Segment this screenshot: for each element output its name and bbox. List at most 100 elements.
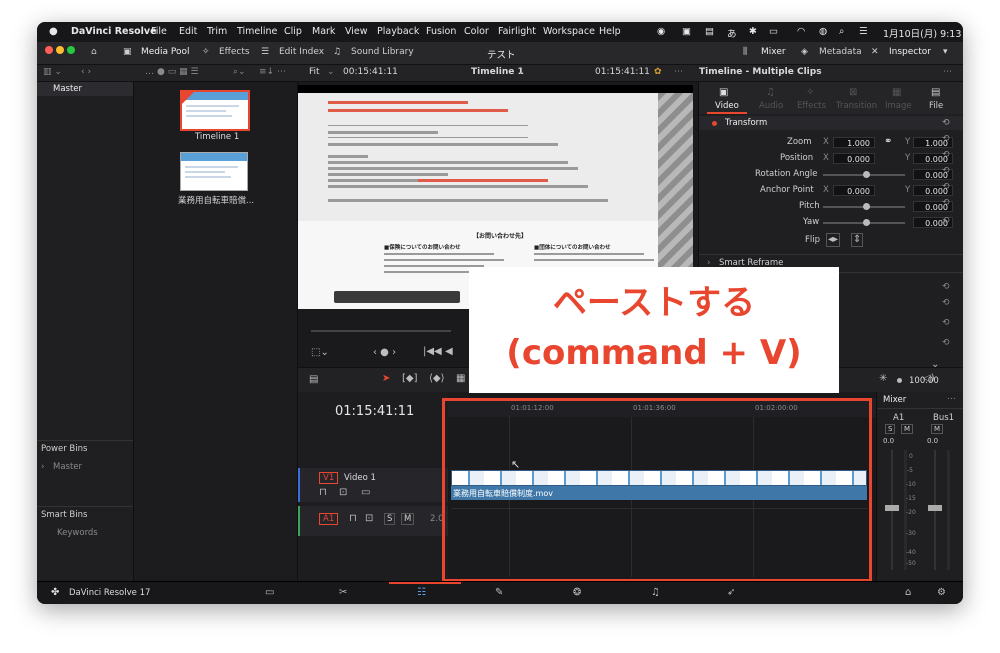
mixer-icon[interactable]: ⫼ bbox=[743, 47, 747, 57]
transform-enable-icon[interactable] bbox=[712, 121, 717, 126]
transform-section[interactable]: Transform bbox=[725, 118, 767, 128]
menu-mark[interactable]: Mark bbox=[312, 26, 335, 37]
menu-color[interactable]: Color bbox=[464, 26, 489, 37]
file-tab-icon[interactable]: ▤ bbox=[931, 88, 940, 98]
menu-fairlight[interactable]: Fairlight bbox=[498, 26, 536, 37]
link-icon[interactable]: ⚭ bbox=[884, 137, 892, 147]
color-page-icon[interactable]: ❂ bbox=[573, 588, 581, 598]
effects-button[interactable]: Effects bbox=[219, 47, 250, 57]
tab-effects[interactable]: Effects bbox=[797, 101, 826, 111]
jog-bar[interactable] bbox=[311, 330, 451, 332]
inspector-button[interactable]: Inspector bbox=[889, 47, 931, 57]
a1-fader[interactable] bbox=[885, 505, 899, 511]
clip-thumb-timeline[interactable] bbox=[180, 90, 250, 131]
edit-index-icon[interactable]: ☰ bbox=[261, 47, 269, 57]
menu-workspace[interactable]: Workspace bbox=[543, 26, 595, 37]
zoom-window-button[interactable] bbox=[67, 46, 75, 54]
video-tab-icon[interactable]: ▣ bbox=[719, 88, 728, 98]
wifi-icon[interactable]: ◠ bbox=[797, 26, 805, 37]
timeline-chevron-icon[interactable]: ⌄ bbox=[517, 67, 525, 77]
menu-app-name[interactable]: DaVinci Resolve bbox=[71, 26, 157, 37]
viewer-mode-icon[interactable]: ⬚⌄ bbox=[311, 348, 329, 358]
bus1-fader[interactable] bbox=[928, 505, 942, 511]
settings-gear-icon[interactable]: ⚙ bbox=[937, 588, 946, 598]
disable-track-icon[interactable]: ▭ bbox=[361, 488, 370, 498]
audio-auto-select-icon[interactable]: ⊡ bbox=[365, 514, 373, 524]
lock-track-icon[interactable]: ⊓ bbox=[319, 488, 327, 498]
play-reverse-icon[interactable]: ◀ bbox=[445, 347, 453, 357]
skip-back-icon[interactable]: |◀◀ bbox=[423, 347, 442, 357]
v1-track-button[interactable]: V1 bbox=[319, 472, 339, 484]
image-tab-icon[interactable]: ▦ bbox=[892, 88, 901, 98]
menu-file[interactable]: File bbox=[151, 26, 167, 37]
user-icon[interactable]: ◍ bbox=[819, 26, 827, 37]
record-icon[interactable]: ◉ bbox=[657, 26, 665, 37]
nav-arrows-icon[interactable]: ‹ › bbox=[81, 67, 91, 77]
audio-tab-icon[interactable]: ♫ bbox=[766, 88, 775, 98]
fusion-page-icon[interactable]: ✎ bbox=[495, 588, 503, 598]
viewer-more-icon[interactable]: ⋯ bbox=[674, 67, 683, 77]
timeline-name-select[interactable]: Timeline 1 bbox=[471, 67, 524, 77]
composite-chevron-icon[interactable]: ⌄ bbox=[931, 360, 939, 370]
reset-icon-c[interactable]: ⟲ bbox=[942, 318, 950, 328]
fairlight-page-icon[interactable]: ♫ bbox=[651, 588, 660, 598]
audio-mute-button[interactable]: M bbox=[401, 513, 415, 525]
inspector-icon[interactable]: ✕ bbox=[871, 47, 879, 57]
screen-icon[interactable]: ▣ bbox=[682, 26, 691, 37]
sound-library-icon[interactable]: ♫ bbox=[333, 47, 341, 57]
effects-icon[interactable]: ✧ bbox=[202, 47, 210, 57]
reset-icon-d[interactable]: ⟲ bbox=[942, 338, 950, 348]
apple-icon[interactable]: ● bbox=[49, 26, 58, 37]
snap-icon[interactable]: ✳ bbox=[879, 374, 887, 384]
menu-timeline[interactable]: Timeline bbox=[237, 26, 277, 37]
edit-index-button[interactable]: Edit Index bbox=[279, 47, 324, 57]
opacity-slider-knob[interactable] bbox=[897, 378, 902, 383]
clip-thumb-video[interactable] bbox=[180, 152, 248, 191]
yaw-slider[interactable] bbox=[823, 219, 905, 226]
menu-help[interactable]: Help bbox=[599, 26, 621, 37]
media-pool-button[interactable]: Media Pool bbox=[141, 47, 190, 57]
power-bins-chevron-icon[interactable]: › bbox=[41, 462, 44, 472]
tab-image[interactable]: Image bbox=[885, 101, 912, 111]
color-wheel-icon[interactable]: ✿ bbox=[654, 67, 662, 77]
home-icon[interactable]: ⌂ bbox=[905, 588, 911, 598]
zoom-fit-select[interactable]: Fit bbox=[309, 67, 320, 77]
reset-pitch-icon[interactable]: ⟲ bbox=[942, 182, 950, 192]
jog-icon[interactable]: ‹ ● › bbox=[373, 348, 396, 358]
reset-anchor-icon[interactable]: ⟲ bbox=[942, 166, 950, 176]
edit-page-icon[interactable]: ☷ bbox=[417, 588, 426, 598]
flip-horizontal-icon[interactable]: ◂▸ bbox=[826, 233, 841, 247]
panel-toggle-icon[interactable]: ▥ ⌄ bbox=[43, 67, 62, 77]
auto-select-icon[interactable]: ⊡ bbox=[339, 488, 347, 498]
reset-position-icon[interactable]: ⟲ bbox=[942, 134, 950, 144]
inspector-more-icon[interactable]: ⋯ bbox=[943, 67, 952, 77]
close-window-button[interactable] bbox=[45, 46, 53, 54]
blade-tool-icon[interactable]: ▦ bbox=[456, 374, 465, 384]
reset-icon-b[interactable]: ⟲ bbox=[942, 298, 950, 308]
dynamic-trim-icon[interactable]: ⟨◆⟩ bbox=[429, 374, 445, 384]
mixer-a1-solo[interactable]: S bbox=[885, 424, 896, 434]
expand-icon[interactable]: ▾ bbox=[943, 47, 948, 57]
reset-yaw-icon[interactable]: ⟲ bbox=[942, 198, 950, 208]
media-pool-icon[interactable]: ▣ bbox=[123, 47, 132, 57]
tab-audio[interactable]: Audio bbox=[759, 101, 783, 111]
smart-bin-keywords[interactable]: Keywords bbox=[57, 528, 98, 538]
sound-library-button[interactable]: Sound Library bbox=[351, 47, 414, 57]
reset-flip-icon[interactable]: ⟲ bbox=[942, 216, 950, 226]
tab-video[interactable]: Video bbox=[715, 101, 739, 111]
rotation-slider[interactable] bbox=[823, 171, 905, 178]
view-options-icon[interactable]: ● ▭ ▦ ☰ bbox=[157, 67, 199, 77]
timeline-options-icon[interactable]: ▤ bbox=[309, 375, 318, 385]
mixer-button[interactable]: Mixer bbox=[761, 47, 786, 57]
power-bin-master[interactable]: Master bbox=[53, 462, 82, 472]
battery-icon[interactable]: ▭ bbox=[769, 26, 778, 37]
mixer-a1-mute[interactable]: M bbox=[901, 424, 914, 434]
zoom-x-field[interactable]: 1.000 bbox=[833, 137, 875, 148]
effects-tab-icon[interactable]: ✧ bbox=[806, 88, 814, 98]
search-icon[interactable]: ⌕ bbox=[839, 26, 844, 37]
tab-transition[interactable]: Transition bbox=[836, 101, 877, 111]
transition-tab-icon[interactable]: ⊠ bbox=[849, 88, 857, 98]
layout-icon[interactable]: ⌂ bbox=[91, 47, 97, 57]
media-page-icon[interactable]: ▭ bbox=[265, 588, 274, 598]
menu-fusion[interactable]: Fusion bbox=[426, 26, 456, 37]
